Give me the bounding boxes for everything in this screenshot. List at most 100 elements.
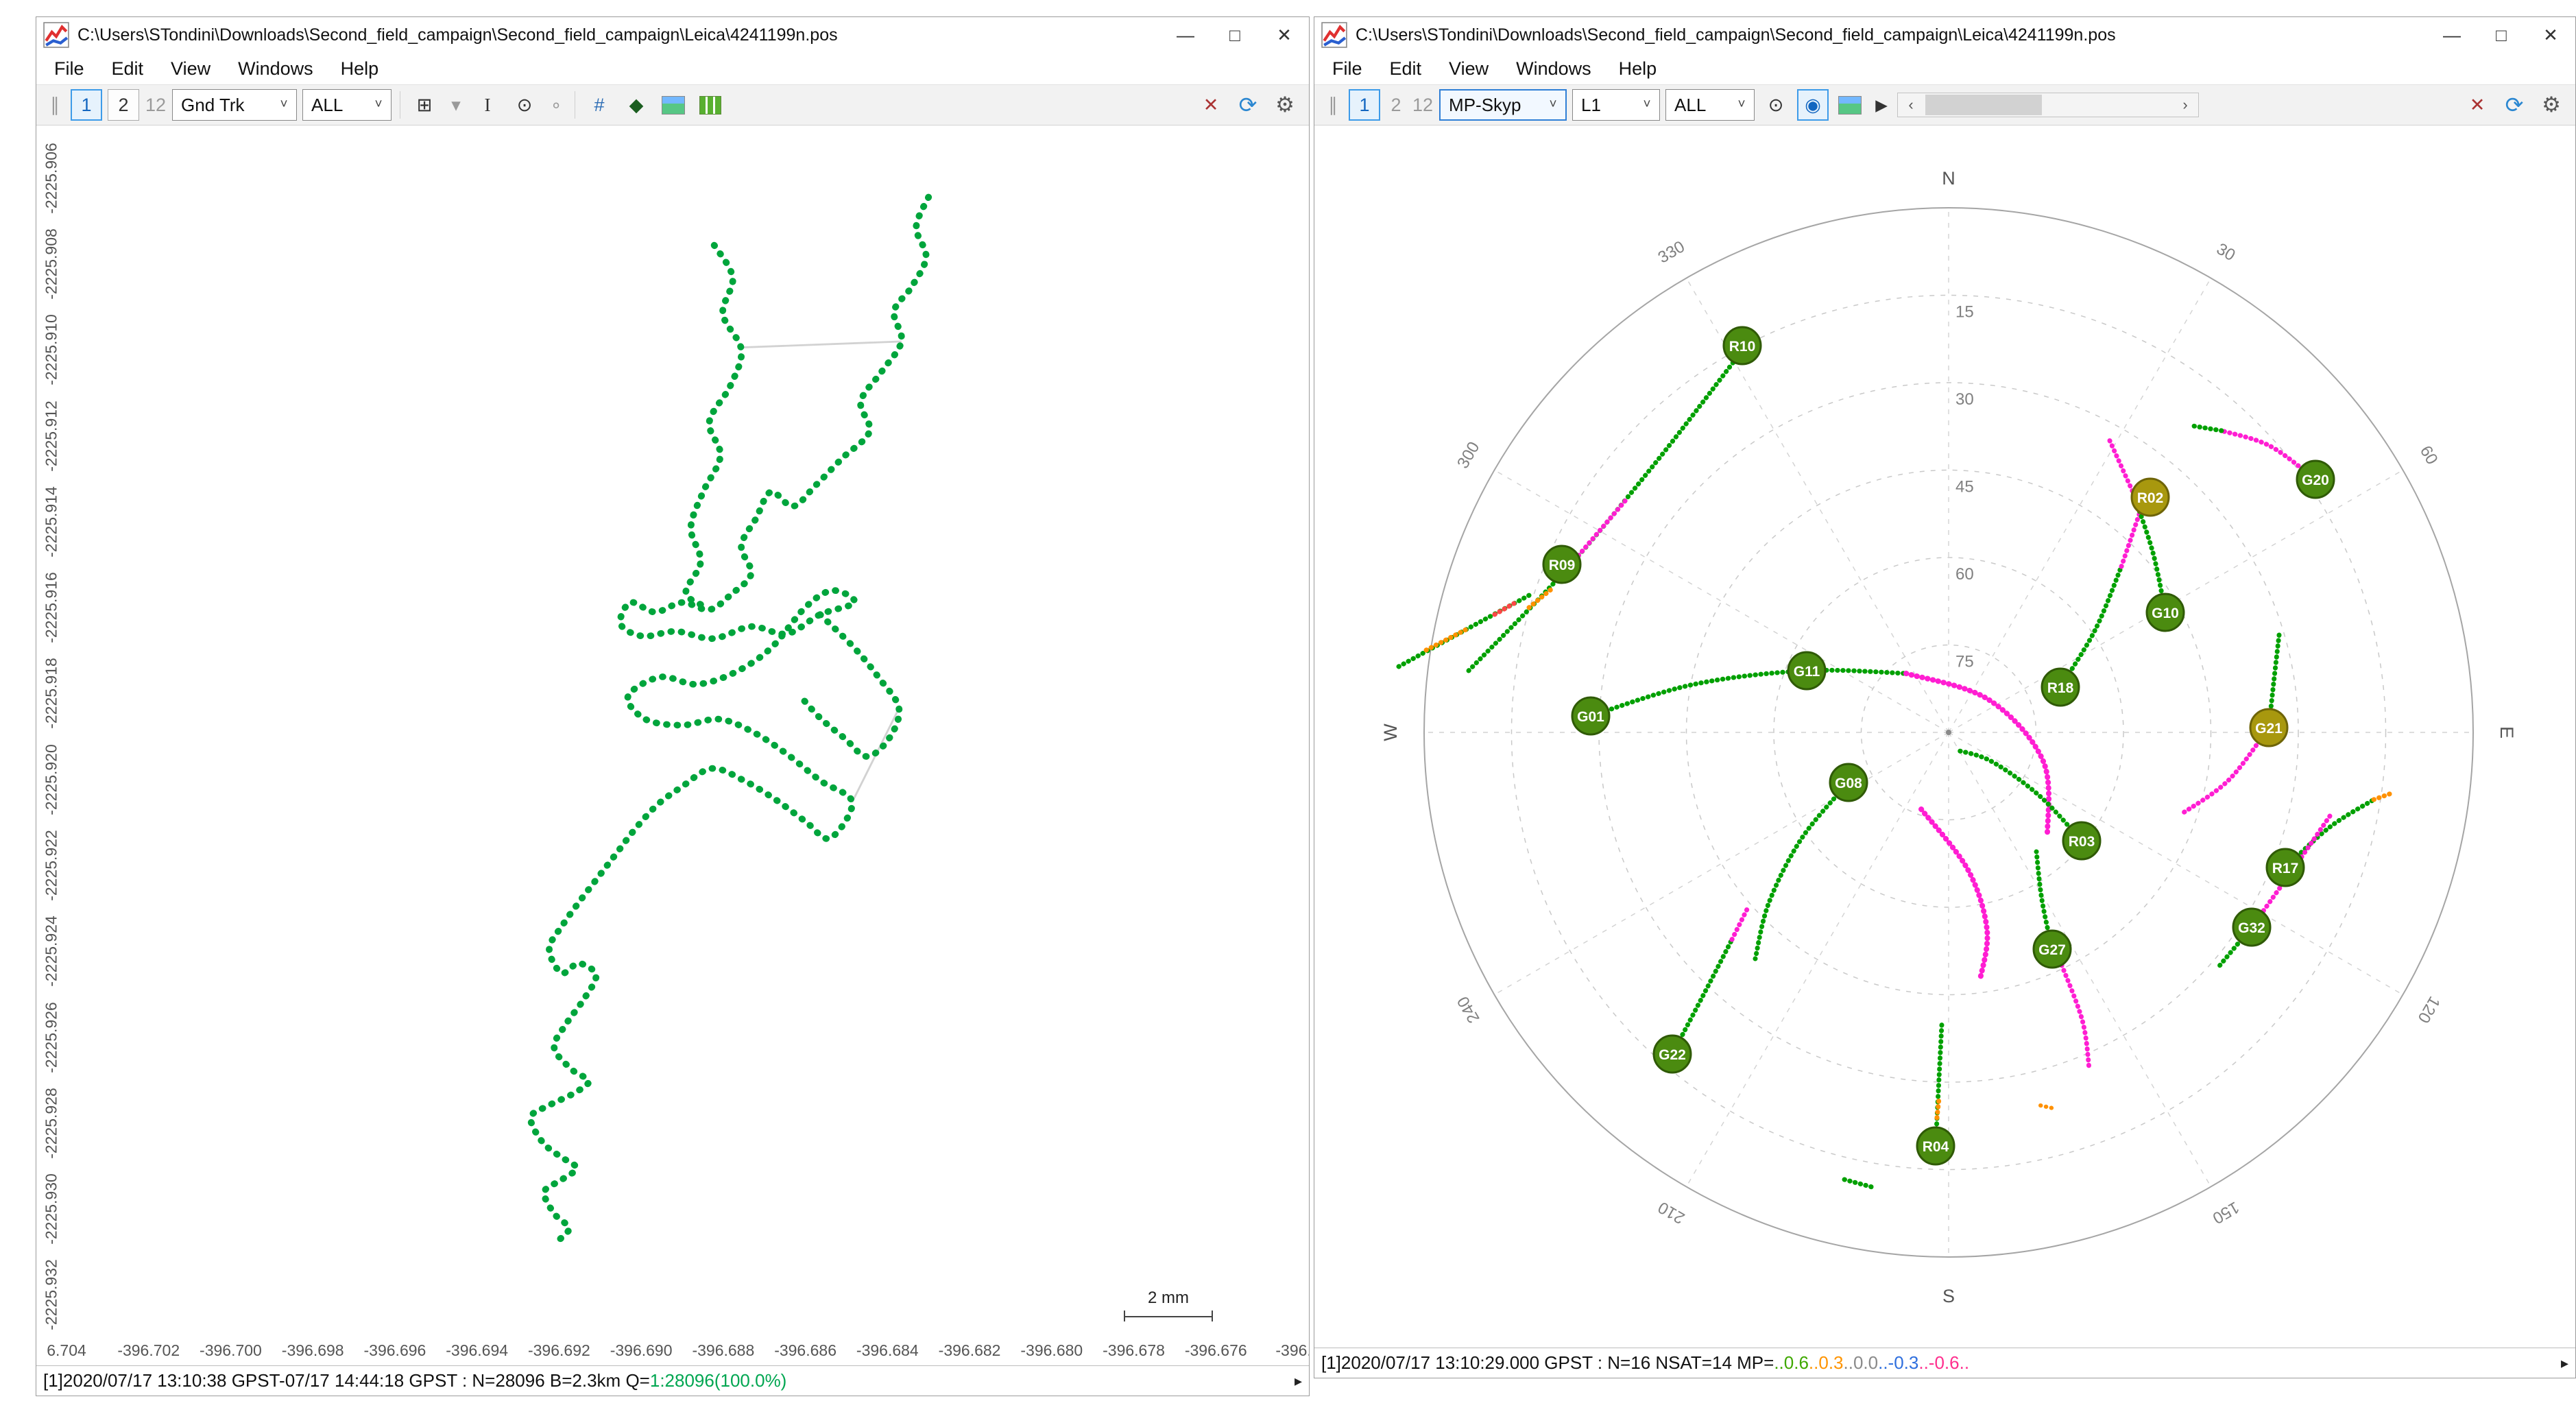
azimuth-label: 120 [2414, 993, 2443, 1026]
satellite-R18: R18 [2042, 669, 2079, 706]
snapshot-button[interactable] [1834, 89, 1866, 121]
skyplot[interactable]: 1530456075NESW3060120150210240300330R10G… [1314, 125, 2575, 1348]
sky-view-icon[interactable]: ◉ [1797, 89, 1829, 121]
elevation-label: 75 [1955, 653, 1974, 671]
plot-type-select[interactable]: MP-Skyp ˅ [1439, 89, 1567, 121]
x-axis-label: -396.702 [117, 1341, 180, 1360]
satellite-label: G08 [1835, 776, 1862, 791]
solution-value: ALL [311, 95, 343, 116]
menu-file[interactable]: File [40, 58, 98, 80]
sat-track [1591, 670, 1906, 716]
toolbar-grip-icon[interactable]: ∥ [45, 89, 65, 121]
menu-help[interactable]: Help [327, 58, 393, 80]
status-marker-icon[interactable]: ▸ [2561, 1354, 2568, 1372]
y-axis-label: -2225.914 [43, 486, 61, 558]
chevron-down-icon: ˅ [272, 97, 296, 112]
scroll-left-icon[interactable]: ‹ [1898, 93, 1924, 117]
sat-track [1575, 498, 1628, 560]
satellite-label: R10 [1729, 339, 1756, 355]
sat-track [1469, 359, 1736, 671]
satellite-G21: G21 [2250, 709, 2287, 746]
reload-icon[interactable]: ⟳ [1232, 89, 1264, 121]
fit-horizontal-icon[interactable]: ⊞ [409, 89, 440, 121]
view-2-button[interactable]: 2 [108, 89, 139, 121]
time-scrollbar[interactable]: ‹ › [1897, 93, 2199, 117]
toolbar: ∥ 1 2 12 MP-Skyp ˅ L1 ˅ ALL ˅ ⊙ ◉ ▶ ‹ › [1314, 84, 2575, 125]
menu-file[interactable]: File [1319, 58, 1376, 80]
maximize-button[interactable]: □ [2477, 17, 2526, 53]
sat-track [2060, 566, 2121, 687]
fit-vertical-icon[interactable]: I [472, 89, 503, 121]
toolbar-grip-icon[interactable]: ∥ [1323, 89, 1343, 121]
status-bar: [1]2020/07/17 13:10:38 GPST-07/17 14:44:… [36, 1365, 1309, 1396]
menu-windows[interactable]: Windows [1502, 58, 1605, 80]
minimize-button[interactable]: — [2427, 17, 2477, 53]
view-1-button[interactable]: 1 [1349, 89, 1380, 121]
scroll-track[interactable] [1924, 93, 2172, 117]
view-12-button[interactable]: 12 [1412, 89, 1434, 121]
frequency-select[interactable]: L1 ˅ [1572, 89, 1660, 121]
azimuth-label: 60 [2416, 442, 2442, 468]
y-axis-label: -2225.930 [43, 1173, 61, 1245]
grid-toggle-icon[interactable]: # [583, 89, 615, 121]
options-gear-icon[interactable]: ⚙ [1269, 89, 1301, 121]
status-marker-icon[interactable]: ▸ [1295, 1372, 1302, 1390]
menu-edit[interactable]: Edit [98, 58, 158, 80]
fit-dropdown-icon[interactable]: ▾ [446, 89, 466, 121]
menu-help[interactable]: Help [1605, 58, 1671, 80]
satellite-R10: R10 [1724, 327, 1761, 364]
frequency-value: L1 [1581, 95, 1601, 116]
menu-windows[interactable]: Windows [224, 58, 327, 80]
rtkplot-window-ground-track: C:\Users\STondini\Downloads\Second_field… [36, 16, 1310, 1396]
menu-view[interactable]: View [1435, 58, 1502, 80]
ground-track-plot[interactable]: -2225.906-2225.908-2225.910-2225.912-222… [36, 125, 1309, 1365]
sat-track [1495, 603, 1514, 614]
scale-bar: 2 mm [1124, 1289, 1213, 1321]
menubar: FileEditViewWindowsHelp [36, 53, 1309, 84]
options-gear-icon[interactable]: ⚙ [2536, 89, 2567, 121]
menubar: FileEditViewWindowsHelp [1314, 53, 2575, 84]
satellite-label: G10 [2152, 606, 2179, 621]
y-axis-label: -2225.924 [43, 916, 61, 987]
animate-play-icon[interactable]: ▶ [1871, 89, 1892, 121]
satellite-G22: G22 [1654, 1036, 1691, 1073]
view-1-button[interactable]: 1 [71, 89, 102, 121]
map-view-button[interactable] [695, 89, 726, 121]
map-grid-icon [699, 96, 721, 115]
clear-plot-icon[interactable]: ✕ [2461, 89, 2493, 121]
y-axis-label: -2225.920 [43, 744, 61, 815]
sat-track [1921, 809, 1988, 979]
close-button[interactable]: ✕ [2526, 17, 2575, 53]
close-button[interactable]: ✕ [1260, 17, 1309, 53]
snapshot-button[interactable] [658, 89, 689, 121]
center-origin-icon[interactable]: ⊙ [1760, 89, 1792, 121]
center-origin-icon[interactable]: ⊙ [509, 89, 540, 121]
titlebar[interactable]: C:\Users\STondini\Downloads\Second_field… [1314, 17, 2575, 53]
view-2-button[interactable]: 2 [1386, 89, 1406, 121]
minimize-button[interactable]: — [1161, 17, 1210, 53]
x-axis-label: -396.684 [856, 1341, 919, 1360]
menu-view[interactable]: View [157, 58, 224, 80]
clear-plot-icon[interactable]: ✕ [1195, 89, 1227, 121]
plot-type-select[interactable]: Gnd Trk ˅ [172, 89, 297, 121]
satellite-R03: R03 [2063, 822, 2100, 859]
satellite-label: G11 [1794, 664, 1820, 680]
maximize-button[interactable]: □ [1210, 17, 1260, 53]
menu-edit[interactable]: Edit [1376, 58, 1436, 80]
track-point-icon[interactable]: ∘ [546, 89, 566, 121]
scroll-thumb[interactable] [1925, 95, 2042, 115]
marker-toggle-icon[interactable]: ◆ [621, 89, 652, 121]
solution-select[interactable]: ALL ˅ [302, 89, 392, 121]
scroll-right-icon[interactable]: › [2172, 93, 2198, 117]
x-axis-label: -396.676 [1185, 1341, 1247, 1360]
reload-icon[interactable]: ⟳ [2499, 89, 2530, 121]
solution-select[interactable]: ALL ˅ [1665, 89, 1755, 121]
elevation-label: 15 [1955, 303, 1974, 322]
ground-track-path [531, 197, 928, 1240]
view-12-button[interactable]: 12 [145, 89, 167, 121]
sat-track [1755, 782, 1849, 959]
chevron-down-icon: ˅ [366, 97, 391, 112]
satellite-R09: R09 [1543, 546, 1580, 583]
x-axis-label: -396.678 [1103, 1341, 1165, 1360]
titlebar[interactable]: C:\Users\STondini\Downloads\Second_field… [36, 17, 1309, 53]
